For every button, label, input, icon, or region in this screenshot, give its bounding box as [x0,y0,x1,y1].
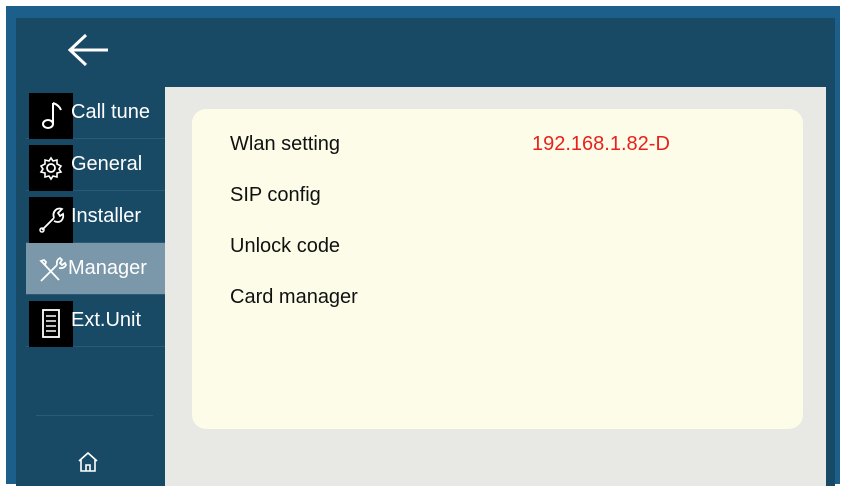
sidebar-item-label: Installer [71,205,142,227]
document-icon [29,301,73,347]
unlock-code-item[interactable]: Unlock code [230,235,340,258]
wlan-ip-value: 192.168.1.82-D [532,133,670,155]
home-button[interactable] [75,449,101,475]
gear-icon [29,145,73,191]
wrench-icon [29,197,73,243]
device-frame: Call tune General Installer Manager Ext.… [6,6,840,486]
sidebar-item-label: Call tune [71,101,150,123]
home-icon [78,451,98,472]
sidebar-item-ext-unit[interactable]: Ext.Unit [26,295,165,347]
sidebar-item-label: Ext.Unit [71,309,142,331]
music-note-icon [29,93,73,139]
card-manager-item[interactable]: Card manager [230,286,358,309]
sidebar-item-label: Manager [68,257,147,279]
sidebar-item-label: General [71,153,143,175]
sidebar-item-call-tune[interactable]: Call tune [26,87,165,139]
screen: Call tune General Installer Manager Ext.… [16,18,835,486]
sip-config-item[interactable]: SIP config [230,184,321,207]
sidebar-divider [36,415,153,416]
back-button[interactable] [64,30,114,70]
wlan-setting-item[interactable]: Wlan setting [230,133,340,156]
sidebar-item-general[interactable]: General [26,139,165,191]
top-bar [16,18,835,87]
arrow-left-icon [67,33,108,67]
settings-card: Wlan setting 192.168.1.82-D SIP config U… [192,109,803,429]
sidebar: Call tune General Installer Manager Ext.… [16,87,165,486]
main-content: Wlan setting 192.168.1.82-D SIP config U… [165,87,826,486]
sidebar-item-installer[interactable]: Installer [26,191,165,243]
tools-icon [29,249,73,295]
sidebar-item-manager[interactable]: Manager [26,243,165,295]
